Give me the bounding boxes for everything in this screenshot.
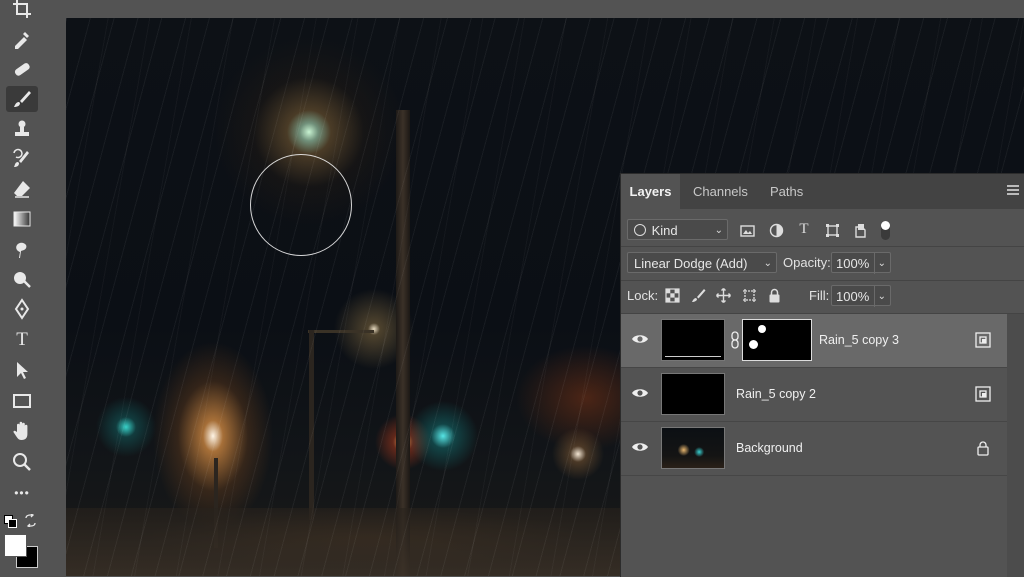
tab-channels[interactable]: Channels [683,174,758,209]
fill-field[interactable]: 100% ⌄ [831,285,891,307]
fill-label: Fill: [809,288,830,303]
tab-layers[interactable]: Layers [621,174,680,209]
default-colors-icon[interactable] [4,515,17,528]
layer-name[interactable]: Rain_5 copy 2 [736,387,816,401]
eye-icon[interactable] [631,386,649,400]
crop-tool-icon[interactable] [6,0,38,22]
eraser-tool-icon[interactable] [6,176,38,202]
path-selection-tool-icon[interactable] [6,357,38,383]
opacity-label: Opacity: [783,255,831,270]
lock-artboard-icon[interactable] [740,286,758,304]
dodge-tool-icon[interactable] [6,266,38,292]
filter-toggle[interactable] [881,221,890,240]
rectangle-tool-icon[interactable] [6,388,38,414]
more-tools-icon[interactable]: ••• [6,480,38,506]
tab-paths[interactable]: Paths [760,174,813,209]
pen-tool-icon[interactable] [6,296,38,322]
search-icon [634,224,646,236]
smudge-tool-icon[interactable] [6,236,38,262]
lock-transparent-pixels-icon[interactable] [663,286,681,304]
brush-cursor [250,154,352,256]
type-tool-glyph: T [16,329,28,350]
gradient-tool-icon[interactable] [6,206,38,232]
layer-thumbnail[interactable] [661,319,725,361]
smart-object-icon [975,386,991,402]
lock-position-icon[interactable] [714,286,732,304]
healing-brush-tool-icon[interactable] [6,56,38,82]
blend-mode-value: Linear Dodge (Add) [634,256,748,271]
adjustment-layer-filter-icon[interactable] [767,221,785,239]
layers-scrollbar[interactable] [1007,314,1024,577]
panel-menu-icon[interactable] [1007,185,1019,197]
tools-panel: T ••• [0,0,46,576]
type-layer-filter-icon[interactable]: T [795,220,813,238]
fill-value: 100% [836,289,870,304]
layer-row[interactable]: Rain_5 copy 2 [621,368,1007,422]
lock-icon [977,441,989,456]
filter-kind-select[interactable]: Kind ⌄ [627,219,728,240]
layer-thumbnail[interactable] [661,373,725,415]
foreground-color-swatch[interactable] [4,534,27,557]
chevron-down-icon: ⌄ [714,225,723,236]
lock-label: Lock: [627,288,659,303]
layers-panel: Layers Channels Paths Kind ⌄ T Linear Do… [620,173,1024,577]
smart-object-filter-icon[interactable] [851,221,869,239]
more-tools-glyph: ••• [14,486,30,500]
history-brush-tool-icon[interactable] [6,146,38,172]
type-tool-icon[interactable]: T [6,327,38,353]
swap-colors-icon[interactable] [24,513,37,528]
layer-name[interactable]: Rain_5 copy 3 [819,333,899,347]
pixel-layer-filter-icon[interactable] [738,221,756,239]
opacity-value: 100% [836,256,870,271]
zoom-tool-icon[interactable] [6,449,38,475]
layer-thumbnail[interactable] [661,427,725,469]
shape-layer-filter-icon[interactable] [823,221,841,239]
panel-tabs: Layers Channels Paths [621,174,1024,209]
layer-row[interactable]: Background [621,422,1007,476]
layer-mask-thumbnail[interactable] [742,319,812,361]
lock-image-pixels-icon[interactable] [689,286,707,304]
layer-row[interactable]: Rain_5 copy 3 [621,314,1007,368]
chevron-down-icon[interactable]: ⌄ [873,253,886,274]
smart-object-icon [975,332,991,348]
eye-icon[interactable] [631,440,649,454]
blend-mode-select[interactable]: Linear Dodge (Add) ⌄ [627,252,777,273]
lock-all-icon[interactable] [765,286,783,304]
layer-name[interactable]: Background [736,441,803,455]
chevron-down-icon[interactable]: ⌄ [873,286,886,307]
eye-icon[interactable] [631,332,649,346]
chevron-down-icon: ⌄ [763,258,772,269]
eyedropper-tool-icon[interactable] [6,26,38,52]
clone-stamp-tool-icon[interactable] [6,116,38,142]
brush-tool-icon[interactable] [6,86,38,112]
filter-kind-label: Kind [651,223,678,238]
link-icon[interactable] [730,331,740,349]
layers-list: Rain_5 copy 3 Rain_5 copy 2 Background [621,314,1024,577]
hand-tool-icon[interactable] [6,418,38,444]
opacity-field[interactable]: 100% ⌄ [831,252,891,274]
